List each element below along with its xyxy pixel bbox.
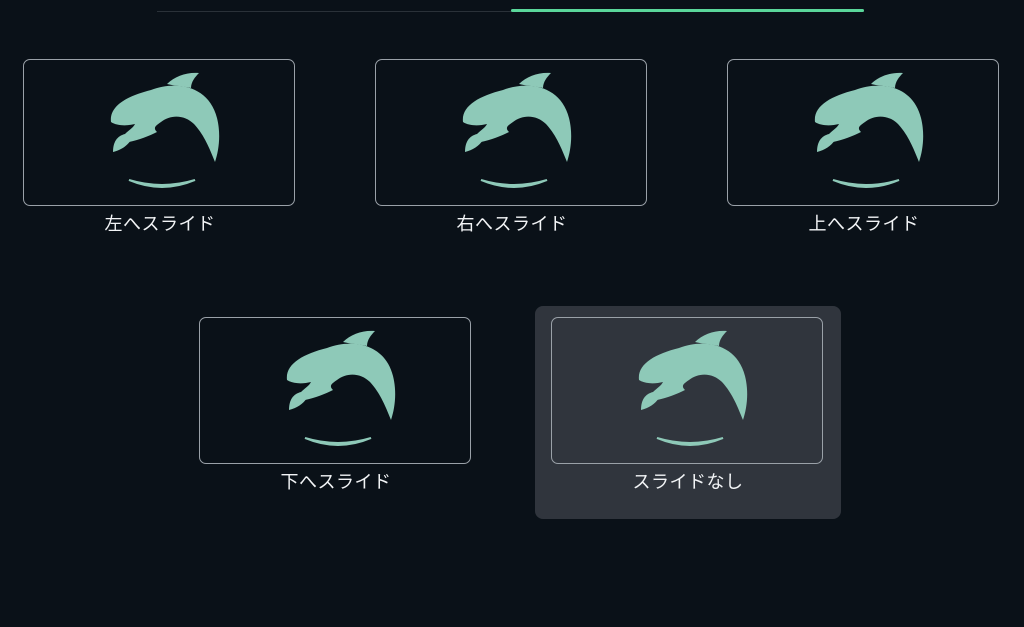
dolphin-icon	[461, 71, 573, 188]
option-slide-up[interactable]: 上へスライド	[711, 48, 1017, 261]
option-preview	[551, 317, 823, 464]
option-label: 右へスライド	[456, 214, 568, 235]
dolphin-icon	[109, 71, 221, 188]
option-label: 左へスライド	[104, 214, 216, 235]
option-slide-down[interactable]: 下へスライド	[183, 306, 489, 519]
option-preview	[375, 59, 647, 206]
progress-fill	[510, 9, 864, 12]
dolphin-icon	[285, 329, 397, 446]
option-preview	[727, 59, 999, 206]
option-preview	[199, 317, 471, 464]
dolphin-icon	[637, 329, 749, 446]
slide-direction-screen: 左へスライド 右へスライド 上へスライド 下へスライド スライドなし	[0, 0, 1024, 627]
dolphin-icon	[813, 71, 925, 188]
option-no-slide[interactable]: スライドなし	[535, 306, 841, 519]
option-preview	[23, 59, 295, 206]
option-label: 上へスライド	[808, 214, 920, 235]
option-slide-left[interactable]: 左へスライド	[7, 48, 313, 261]
option-slide-right[interactable]: 右へスライド	[359, 48, 665, 261]
option-label: スライドなし	[632, 472, 744, 493]
option-label: 下へスライド	[280, 472, 392, 493]
